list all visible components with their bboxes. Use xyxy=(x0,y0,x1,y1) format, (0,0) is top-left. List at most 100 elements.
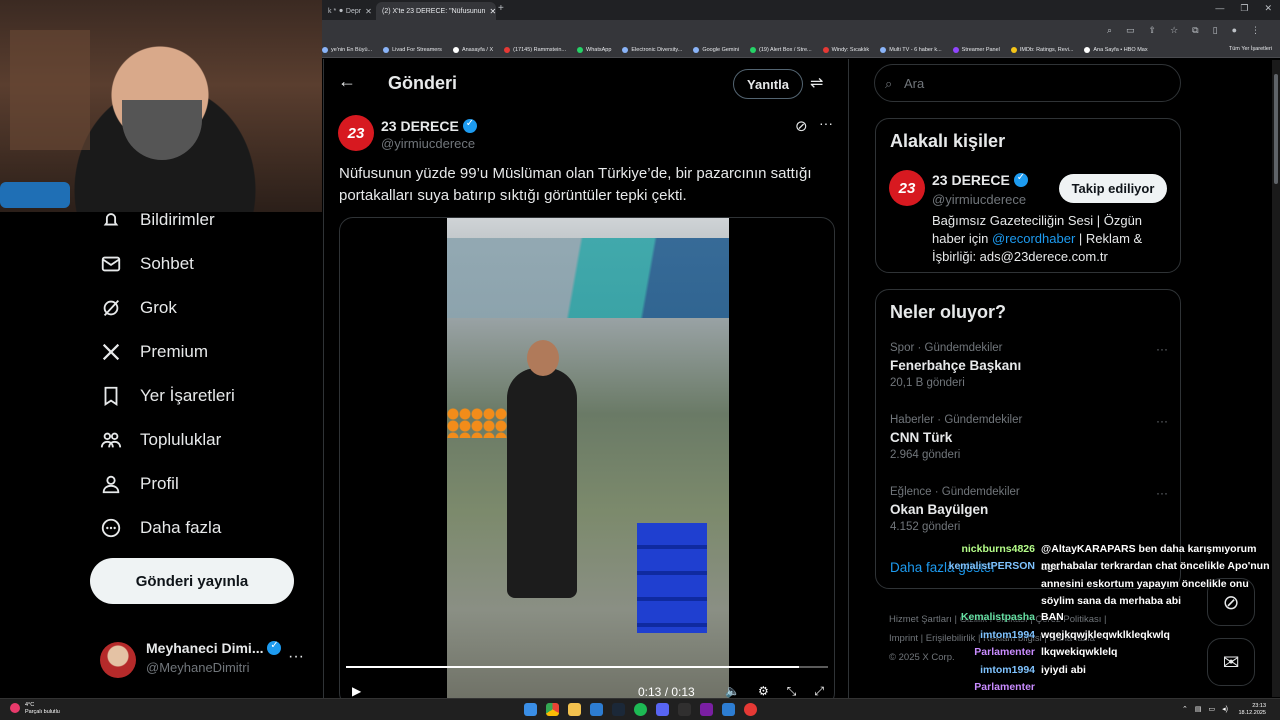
bookmark-item[interactable]: Electronic Diversity... xyxy=(622,46,682,53)
reply-button[interactable]: Yanıtla xyxy=(733,69,803,99)
nav-label: Sohbet xyxy=(140,254,194,273)
zoom-icon[interactable]: ⌕ xyxy=(1107,25,1112,36)
start-icon[interactable] xyxy=(524,703,537,716)
bookmark-item[interactable]: ye'nin En Büyü... xyxy=(322,46,372,53)
people-icon xyxy=(100,432,122,448)
following-button[interactable]: Takip ediliyor xyxy=(1059,174,1167,203)
obs-icon[interactable] xyxy=(744,703,757,716)
close-tab-icon[interactable]: ✕ xyxy=(485,7,496,16)
related-handle[interactable]: @yirmiucderece xyxy=(932,192,1026,207)
nav-label: Premium xyxy=(140,342,209,361)
cast-icon[interactable]: ▭ xyxy=(1126,25,1135,36)
chrome-icon[interactable] xyxy=(546,703,559,716)
nav-item-chat[interactable]: Sohbet xyxy=(100,253,194,275)
menu-icon[interactable]: ⋮ xyxy=(1251,25,1260,36)
fullscreen-icon[interactable]: ⤢ xyxy=(814,684,824,698)
weather-icon xyxy=(10,703,20,713)
scrollbar-thumb[interactable] xyxy=(1274,74,1278,184)
bookmark-item[interactable]: WhatsApp xyxy=(577,46,611,53)
nav-item-more[interactable]: Daha fazla xyxy=(100,517,221,539)
more-circle-icon xyxy=(101,518,121,538)
related-name[interactable]: 23 DERECE xyxy=(932,172,1028,188)
new-tab-icon[interactable]: + xyxy=(498,3,504,14)
post-button[interactable]: Gönderi yayınla xyxy=(90,558,294,604)
clock[interactable]: 23:13 18.12.2025 xyxy=(1238,703,1266,717)
sidebar-icon[interactable]: ▯ xyxy=(1213,25,1218,36)
close-tab-icon[interactable]: ✕ xyxy=(361,7,372,16)
nav-item-bookmarks[interactable]: Yer İşaretleri xyxy=(100,385,235,407)
bookmark-item[interactable]: Anasayfa / X xyxy=(452,46,493,53)
pip-icon[interactable]: ⤡ xyxy=(787,684,797,698)
back-arrow-icon[interactable]: ← xyxy=(338,71,356,92)
star-icon[interactable]: ☆ xyxy=(1170,25,1178,36)
author-handle[interactable]: @yirmiucderece xyxy=(381,136,475,151)
volume-icon[interactable]: ◂) xyxy=(1222,705,1228,713)
all-bookmarks[interactable]: Tüm Yer İşaretleri xyxy=(1229,46,1272,52)
account-switcher[interactable]: Meyhaneci Dimi... @MeyhaneDimitri ··· xyxy=(100,636,310,684)
verified-badge-icon xyxy=(267,640,282,655)
bookmark-item[interactable]: Ana Sayfa • HBO Max xyxy=(1084,46,1148,53)
folder-icon[interactable] xyxy=(568,703,581,716)
discord-icon[interactable] xyxy=(656,703,669,716)
trend-item[interactable]: Eğlence · Gündemdekiler Okan Bayülgen 4.… xyxy=(890,486,1168,533)
bio-link[interactable]: @recordhaber xyxy=(992,231,1075,246)
more-icon[interactable]: ··· xyxy=(1156,342,1168,356)
bookmark-item[interactable]: Google Gemini xyxy=(693,46,739,53)
post-header: ← Gönderi Yanıtla ⇌ xyxy=(324,59,848,109)
minimize-icon[interactable]: — xyxy=(1215,3,1224,14)
author-avatar[interactable]: 23 xyxy=(338,115,374,151)
search-input[interactable]: ⌕ Ara xyxy=(874,64,1181,102)
x-logo-icon xyxy=(102,343,120,361)
chevron-up-icon[interactable]: ⌃ xyxy=(1182,705,1188,713)
bookmark-item[interactable]: Windy: Sıcaklık xyxy=(822,46,869,53)
bookmark-item[interactable]: IMDb: Ratings, Revi... xyxy=(1010,46,1073,53)
nav-item-communities[interactable]: Topluluklar xyxy=(100,429,221,451)
video-frame[interactable] xyxy=(447,218,729,698)
monitor-icon[interactable]: ▭ xyxy=(1209,705,1216,713)
app-icon[interactable] xyxy=(700,703,713,716)
app-icon[interactable] xyxy=(678,703,691,716)
nav-item-premium[interactable]: Premium xyxy=(100,341,208,363)
bookmark-item[interactable]: Streamer Panel xyxy=(952,46,1000,53)
settings-icon[interactable]: ⚙ xyxy=(758,684,769,698)
grok-icon[interactable]: ⊘ xyxy=(795,117,808,135)
trend-count: 4.152 gönderi xyxy=(890,521,961,533)
network-icon[interactable]: ▤ xyxy=(1195,705,1202,713)
nav-item-profile[interactable]: Profil xyxy=(100,473,179,495)
app-icon[interactable] xyxy=(722,703,735,716)
maximize-icon[interactable]: ❐ xyxy=(1240,3,1248,14)
filter-icon[interactable]: ⇌ xyxy=(810,73,823,93)
vendor xyxy=(507,368,577,598)
close-window-icon[interactable]: ✕ xyxy=(1264,3,1272,14)
bookmark-item[interactable]: (19) Alert Box / Stre... xyxy=(750,46,812,53)
share-icon[interactable]: ⇪ xyxy=(1149,25,1157,36)
chat-text: merhabalar terkrardan chat öncelikle Apo… xyxy=(1041,560,1270,607)
browser-tab[interactable]: k * ⚫ Depr ✕ xyxy=(322,2,374,20)
volume-icon[interactable]: 🔈 xyxy=(725,684,740,698)
bookmark-item[interactable]: (17145) Rammstein... xyxy=(504,46,566,53)
nav-item-notifications[interactable]: Bildirimler xyxy=(100,209,215,231)
bookmark-item[interactable]: Livad For Streamers xyxy=(383,46,442,53)
video-player[interactable]: ▶ 0:13 / 0:13 🔈 ⚙ ⤡ ⤢ xyxy=(339,217,835,698)
more-icon[interactable]: ··· xyxy=(819,115,833,131)
profile-icon[interactable]: ● xyxy=(1232,25,1237,36)
video-progress-bar[interactable] xyxy=(346,666,828,668)
nav-item-grok[interactable]: Grok xyxy=(100,297,177,319)
author-name[interactable]: 23 DERECE xyxy=(381,118,477,134)
steam-icon[interactable] xyxy=(612,703,625,716)
spotify-icon[interactable] xyxy=(634,703,647,716)
browser-tab-active[interactable]: (2) X'te 23 DERECE: "Nüfusunun ✕ xyxy=(376,2,496,20)
trend-item[interactable]: Spor · Gündemdekiler Fenerbahçe Başkanı … xyxy=(890,342,1168,389)
bookmark-item[interactable]: Multi TV - 6 haber k... xyxy=(880,46,942,53)
play-icon[interactable]: ▶ xyxy=(352,684,361,698)
trend-category: Haberler · Gündemdekiler xyxy=(890,414,1023,426)
more-icon[interactable]: ··· xyxy=(1156,414,1168,428)
chat-text: wqejkqwjkleqwklkleqkwlq xyxy=(1041,629,1170,641)
more-icon[interactable]: ··· xyxy=(1156,486,1168,500)
app-icon[interactable] xyxy=(590,703,603,716)
related-avatar[interactable]: 23 xyxy=(889,170,925,206)
more-icon[interactable]: ··· xyxy=(288,648,304,666)
trend-item[interactable]: Haberler · Gündemdekiler CNN Türk 2.964 … xyxy=(890,414,1168,461)
webcam-overlay xyxy=(0,0,322,212)
extensions-icon[interactable]: ⧉ xyxy=(1192,25,1198,36)
